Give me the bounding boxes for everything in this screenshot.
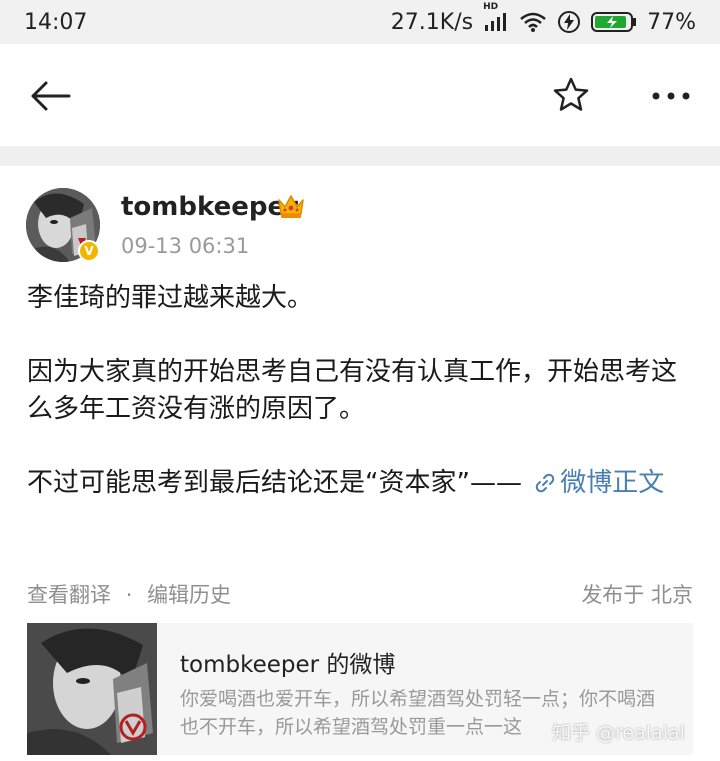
status-bar: 14:07 27.1K/s HD 77% — [0, 0, 720, 44]
back-arrow-icon — [31, 81, 71, 111]
card-title: tombkeeper 的微博 — [180, 652, 396, 678]
section-divider — [0, 146, 720, 166]
link-icon — [535, 473, 555, 493]
post-timestamp: 09-13 06:31 — [121, 234, 250, 258]
crown-icon — [276, 192, 306, 224]
more-icon — [652, 92, 690, 100]
weibo-post: V tombkeeper 09-13 06:31 李佳琦的罪过越来越大。 因为大… — [0, 166, 720, 761]
post-meta: 查看翻译 · 编辑历史 发布于 北京 — [27, 579, 693, 609]
weibo-link[interactable]: 微博正文 — [530, 468, 664, 498]
verified-badge: V — [78, 240, 100, 262]
post-paragraph: 李佳琦的罪过越来越大。 — [27, 283, 314, 313]
top-nav-bar — [0, 44, 720, 146]
wifi-icon — [519, 11, 547, 33]
edit-history-link[interactable]: 编辑历史 — [147, 583, 231, 607]
battery-percent: 77% — [647, 9, 696, 35]
network-speed: 27.1K/s — [390, 9, 474, 35]
post-paragraph: 不过可能思考到最后结论还是“资本家”—— 微博正文 — [27, 465, 697, 502]
card-thumbnail — [27, 623, 157, 755]
back-button[interactable] — [26, 74, 74, 118]
battery-icon — [591, 11, 637, 33]
more-button[interactable] — [648, 74, 694, 118]
charging-icon — [557, 10, 581, 34]
weibo-link-label: 微博正文 — [560, 468, 665, 498]
meta-separator: · — [125, 583, 133, 607]
star-icon — [553, 77, 589, 111]
view-translation-link[interactable]: 查看翻译 — [27, 583, 111, 607]
favorite-button[interactable] — [548, 72, 594, 118]
signal-icon: HD — [483, 2, 509, 33]
network-type-label: HD — [483, 2, 499, 12]
username[interactable]: tombkeeper — [121, 192, 298, 222]
post-location: 发布于 北京 — [581, 583, 693, 607]
status-time: 14:07 — [24, 9, 88, 35]
post-content: 李佳琦的罪过越来越大。 因为大家真的开始思考自己有没有认真工作，开始思考这么多年… — [27, 280, 697, 502]
post-paragraph: 因为大家真的开始思考自己有没有认真工作，开始思考这么多年工资没有涨的原因了。 — [27, 357, 678, 424]
status-indicators: 27.1K/s HD 77% — [390, 2, 696, 35]
post-text: 不过可能思考到最后结论还是“资本家”—— — [27, 468, 522, 498]
watermark: 知乎 @realalal — [552, 722, 685, 744]
